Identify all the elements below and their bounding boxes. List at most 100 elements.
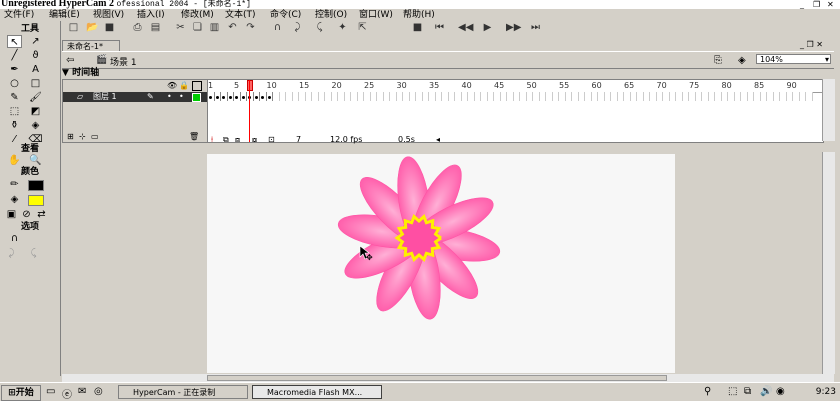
document-tab[interactable]: 未命名-1* <box>62 40 120 51</box>
minimize-button[interactable]: _ <box>800 0 804 9</box>
menu-help[interactable]: 帮助(H) <box>403 9 435 21</box>
zoom-tool-icon[interactable]: 🔍 <box>28 154 43 167</box>
redo-icon[interactable]: ↷ <box>245 22 256 33</box>
frame-cell[interactable] <box>806 92 813 101</box>
outline-icon[interactable] <box>192 81 202 91</box>
email-icon[interactable]: ✉ <box>78 386 86 397</box>
layer-outline-color[interactable] <box>192 93 201 102</box>
stroke-color-swatch[interactable] <box>28 180 44 191</box>
text-tool-icon[interactable]: A <box>28 63 43 76</box>
cut-icon[interactable]: ✂ <box>175 22 186 33</box>
stroke-color-icon[interactable]: ✏ <box>7 178 22 191</box>
edit-symbol-icon[interactable]: ◈ <box>738 55 746 66</box>
fill-color-icon[interactable]: ◈ <box>7 193 22 206</box>
frame-row[interactable] <box>208 92 823 102</box>
add-layer-icon[interactable]: ⊞ <box>67 132 74 141</box>
layer-visible-dot[interactable]: • <box>167 92 172 102</box>
tray-icon-3[interactable]: ⧉ <box>744 386 751 397</box>
menu-file[interactable]: 文件(F) <box>4 9 34 21</box>
add-guide-layer-icon[interactable]: ⊹ <box>79 132 86 141</box>
tray-icon-5[interactable]: ◉ <box>776 386 785 397</box>
default-colors-icon[interactable]: ▣ <box>4 208 19 221</box>
edit-multiple-icon[interactable]: ⧇ <box>252 135 257 144</box>
rewind-icon[interactable]: ⏮ <box>434 22 445 33</box>
onion-outline-icon[interactable]: ⧈ <box>235 135 240 144</box>
timeline-vscroll[interactable] <box>822 79 835 141</box>
fill-color-swatch[interactable] <box>28 195 44 206</box>
layer-row[interactable]: ▱ 图层 1 ✎ • • <box>63 92 207 102</box>
paste-icon[interactable]: ▥ <box>209 22 220 33</box>
pencil-tool-icon[interactable]: ✎ <box>7 91 22 104</box>
media-icon[interactable]: ◎ <box>94 386 103 397</box>
task-flash[interactable]: Macromedia Flash MX... <box>252 385 382 399</box>
smooth-option-icon[interactable]: ⤸ <box>4 247 19 260</box>
restore-button[interactable]: ❐ <box>813 0 820 9</box>
timeline-scroll-left[interactable]: ◂ <box>436 135 440 144</box>
close-button[interactable]: ✕ <box>827 0 834 9</box>
new-file-icon[interactable]: □ <box>68 22 79 33</box>
eye-icon[interactable]: 👁 <box>167 81 177 90</box>
menu-control[interactable]: 控制(O) <box>315 9 347 21</box>
preview-icon[interactable]: ▤ <box>150 22 161 33</box>
menu-window[interactable]: 窗口(W) <box>359 9 393 21</box>
undo-icon[interactable]: ↶ <box>227 22 238 33</box>
center-frame-icon[interactable]: ⍿ <box>211 135 213 144</box>
go-end-icon[interactable]: ⏭ <box>530 22 541 33</box>
tray-volume-icon[interactable]: 🔊 <box>760 386 772 397</box>
brush-tool-icon[interactable]: 🖌 <box>28 91 43 104</box>
doc-restore-icon[interactable]: ❐ <box>807 40 814 49</box>
add-folder-icon[interactable]: ▭ <box>91 132 99 141</box>
snap-to-objects-icon[interactable]: ∩ <box>7 232 22 245</box>
delete-layer-icon[interactable]: 🗑 <box>189 132 199 141</box>
task-hypercam[interactable]: HyperCam - 正在录制 <box>118 385 248 399</box>
hscroll-thumb[interactable] <box>207 375 667 381</box>
playhead-handle[interactable] <box>247 80 253 91</box>
lasso-tool-icon[interactable]: ϑ <box>28 49 43 62</box>
copy-icon[interactable]: ❏ <box>192 22 203 33</box>
stage-canvas[interactable]: ✥ <box>207 154 675 373</box>
pen-tool-icon[interactable]: ✒ <box>7 63 22 76</box>
layer-lock-dot[interactable]: • <box>179 92 184 102</box>
stage-horizontal-scrollbar[interactable] <box>62 374 834 382</box>
flower-graphic[interactable]: ✥ <box>207 154 675 373</box>
timeline-header[interactable]: ▼ 时间轴 <box>62 68 834 78</box>
stage-vertical-scrollbar[interactable] <box>822 152 835 374</box>
start-button[interactable]: ⊞开始 <box>1 385 41 401</box>
zoom-select[interactable]: 104% ▾ <box>756 54 831 64</box>
snap-magnet-icon[interactable]: ∩ <box>272 22 283 33</box>
free-transform-tool-icon[interactable]: ⬚ <box>7 105 22 118</box>
print-icon[interactable]: ⎙ <box>132 22 143 33</box>
menu-commands[interactable]: 命令(C) <box>270 9 301 21</box>
fill-transform-tool-icon[interactable]: ◩ <box>28 105 43 118</box>
scale-icon[interactable]: ⇱ <box>357 22 368 33</box>
lock-icon[interactable]: 🔒 <box>179 81 189 90</box>
line-tool-icon[interactable]: ╱ <box>7 49 22 62</box>
arrow-tool-icon[interactable]: ↖ <box>7 35 22 48</box>
tray-network-icon[interactable]: ⚲ <box>704 386 711 397</box>
onion-skin-icon[interactable]: ⧉ <box>223 135 229 144</box>
menu-insert[interactable]: 插入(I) <box>137 9 165 21</box>
menu-view[interactable]: 视图(V) <box>93 9 124 21</box>
ink-bottle-tool-icon[interactable]: ⚱ <box>7 119 22 132</box>
rotate-icon[interactable]: ✦ <box>337 22 348 33</box>
no-color-icon[interactable]: ⊘ <box>19 208 34 221</box>
straighten-option-icon[interactable]: ⤹ <box>26 247 41 260</box>
play-icon[interactable]: ▶ <box>482 22 493 33</box>
open-folder-icon[interactable]: 📂 <box>86 22 98 33</box>
oval-tool-icon[interactable]: ○ <box>7 77 22 90</box>
browser-icon[interactable]: ⓔ <box>62 386 72 401</box>
onion-markers-icon[interactable]: ⊡ <box>268 135 275 144</box>
save-icon[interactable]: ■ <box>104 22 115 33</box>
straighten-icon[interactable]: ⤹ <box>314 22 325 33</box>
paint-bucket-tool-icon[interactable]: ◈ <box>28 119 43 132</box>
tray-icon-2[interactable]: ⬚ <box>728 386 737 397</box>
step-back-icon[interactable]: ◀◀ <box>458 22 473 33</box>
desktop-icon[interactable]: ▭ <box>46 386 55 397</box>
stop-icon[interactable]: ■ <box>412 22 423 33</box>
step-forward-icon[interactable]: ▶▶ <box>506 22 521 33</box>
back-arrow-icon[interactable]: ⇦ <box>66 55 74 66</box>
menu-edit[interactable]: 编辑(E) <box>49 9 80 21</box>
smooth-icon[interactable]: ⤸ <box>292 22 303 33</box>
edit-scene-icon[interactable]: ⎘ <box>714 55 722 66</box>
swap-colors-icon[interactable]: ⇄ <box>34 208 49 221</box>
